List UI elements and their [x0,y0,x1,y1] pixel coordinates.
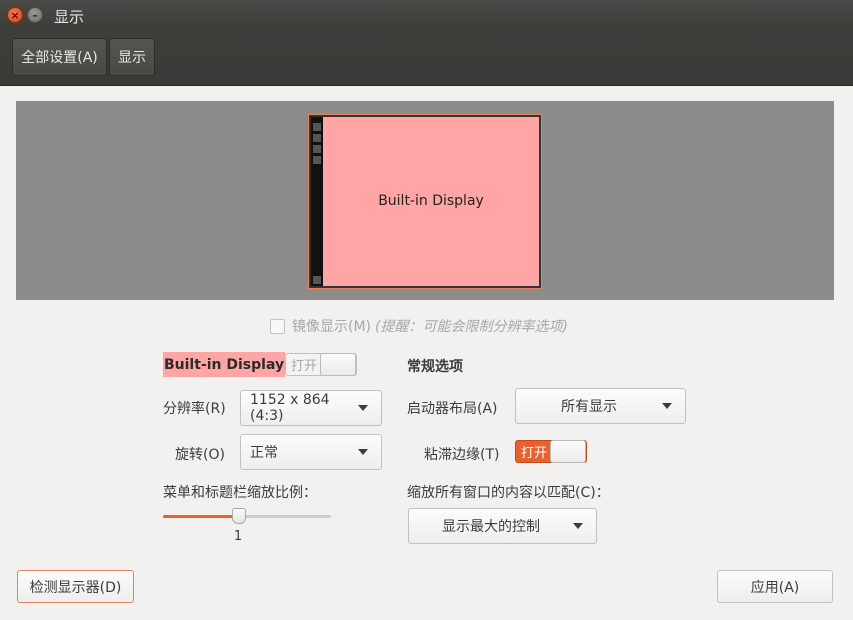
general-options-heading: 常规选项 [407,359,463,375]
title-bar: × – 显示 [0,0,853,30]
scale-label: 菜单和标题栏缩放比例： [163,485,317,501]
scale-windows-value: 显示最大的控制 [442,519,540,535]
sticky-edges-switch[interactable]: 打开 [515,440,587,463]
launcher-placement-value: 所有显示 [561,399,617,415]
resolution-value: 1152 x 864 (4:3) [250,392,330,424]
mirror-display-row: 镜像显示(M) (提醒：可能会限制分辨率选项) [270,316,568,336]
resolution-dropdown[interactable]: 1152 x 864 (4:3) [240,390,382,426]
sticky-edges-switch-label: 打开 [520,446,547,461]
chevron-down-icon [358,405,368,411]
scale-windows-dropdown[interactable]: 显示最大的控制 [408,508,597,544]
chevron-down-icon [573,523,583,529]
monitor-arrangement-area: Built-in Display [16,101,834,300]
mirror-display-label: 镜像显示(M) [292,319,372,335]
rotation-value: 正常 [250,445,278,461]
launcher-icon [313,156,321,164]
sticky-edges-label: 粘滞边缘(T) [424,447,500,463]
launcher-icon [313,145,321,153]
switch-knob [550,440,586,463]
trash-icon [313,276,321,284]
switch-knob [320,353,356,376]
display-name: Built-in Display [163,352,286,377]
minimize-window-icon[interactable]: – [27,7,43,23]
chevron-down-icon [358,449,368,455]
scale-slider-fill [163,515,239,518]
scale-slider-thumb[interactable] [231,508,246,524]
mirror-display-hint: (提醒：可能会限制分辨率选项) [375,319,568,335]
resolution-label: 分辨率(R) [163,401,226,417]
mirror-display-checkbox[interactable] [270,318,285,334]
chevron-down-icon [662,403,672,409]
launcher-icon [313,134,321,142]
scale-value: 1 [233,529,243,544]
rotation-label: 旋转(O) [175,447,225,463]
launcher-placement-label: 启动器布局(A) [407,401,498,417]
launcher-placement-dropdown[interactable]: 所有显示 [515,388,686,424]
display-breadcrumb-button[interactable]: 显示 [109,38,155,76]
display-settings-window: × – 显示 全部设置(A) 显示 Built-in Display 镜像显示(… [0,0,853,620]
close-window-icon[interactable]: × [7,7,23,23]
display-power-switch-label: 打开 [290,359,317,374]
detect-displays-button[interactable]: 检测显示器(D) [17,570,134,603]
all-settings-button[interactable]: 全部设置(A) [12,38,107,76]
rotation-dropdown[interactable]: 正常 [240,434,382,470]
display-power-switch[interactable]: 打开 [285,353,357,376]
scale-slider-track[interactable] [163,515,331,518]
monitor-preview[interactable]: Built-in Display [308,114,542,289]
window-title: 显示 [54,8,85,26]
launcher-icon [313,123,321,131]
toolbar: 全部设置(A) 显示 [0,30,853,86]
monitor-preview-label: Built-in Display [378,193,484,209]
apply-button[interactable]: 应用(A) [717,570,833,603]
scale-windows-label: 缩放所有窗口的内容以匹配(C)： [407,485,610,501]
launcher-bar-preview [311,117,323,286]
